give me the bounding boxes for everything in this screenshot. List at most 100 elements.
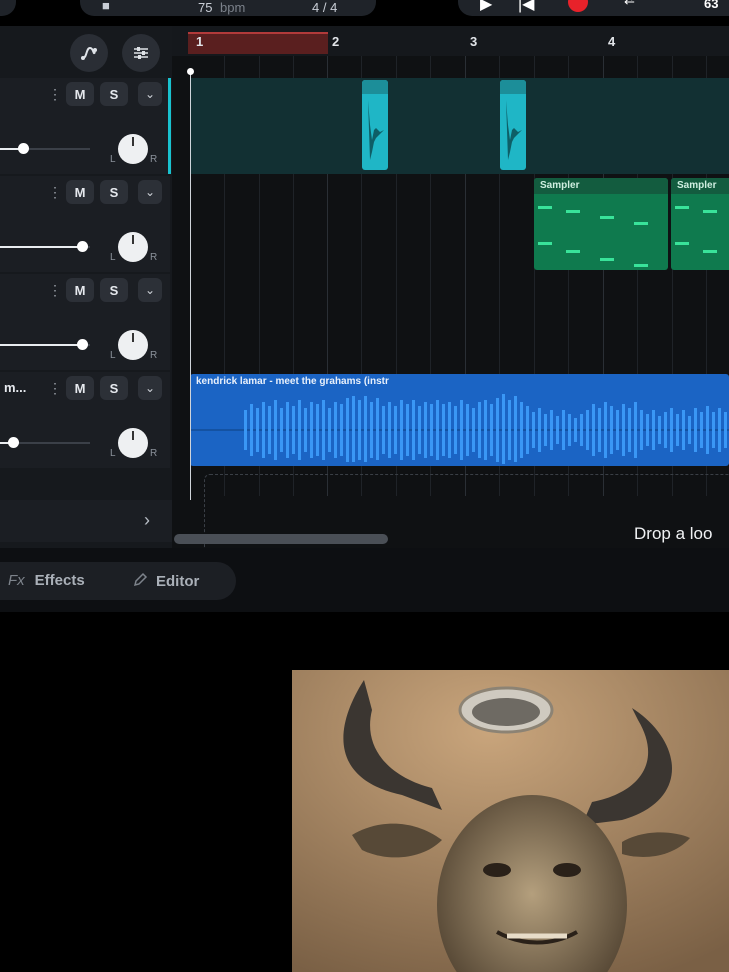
fx-icon: Fx	[8, 572, 25, 589]
track-header-3[interactable]: ⋮ M S ⌄ L R	[0, 274, 170, 370]
mute-button[interactable]: M	[66, 180, 94, 204]
bar-number: 2	[332, 34, 340, 49]
midi-note	[566, 250, 580, 253]
bar-number: 4	[608, 34, 616, 49]
pencil-icon	[133, 572, 148, 587]
chevron-down-icon[interactable]: ⌄	[138, 82, 162, 106]
automation-curve-icon	[81, 46, 97, 60]
pan-knob[interactable]	[118, 134, 148, 164]
midi-note	[538, 242, 552, 245]
track-header-4[interactable]: m... ⋮ M S ⌄ L R	[0, 372, 170, 468]
midi-note	[675, 242, 689, 245]
chevron-right-icon: ›	[144, 510, 150, 530]
track-menu-icon[interactable]: ⋮	[48, 380, 62, 397]
midi-note	[703, 250, 717, 253]
loop-icon[interactable]: ⇄	[624, 0, 635, 8]
return-to-start-icon[interactable]: |◀	[518, 0, 534, 14]
audio-clip[interactable]	[362, 80, 388, 170]
transport-bar: ■ 75 bpm 4 / 4 ▶ |◀ ⇄ 63	[0, 0, 729, 26]
record-icon[interactable]	[568, 0, 588, 12]
horizontal-scrollbar[interactable]	[174, 534, 388, 544]
pan-right-label: R	[150, 448, 158, 459]
solo-button[interactable]: S	[100, 82, 128, 106]
automation-button[interactable]	[70, 34, 108, 72]
waveform	[190, 394, 729, 464]
solo-button[interactable]: S	[100, 376, 128, 400]
pan-left-label: L	[110, 252, 116, 263]
track-menu-icon[interactable]: ⋮	[48, 282, 62, 299]
midi-note	[634, 264, 648, 267]
sampler-clip[interactable]: Sampler	[671, 178, 729, 270]
tempo-value[interactable]: 75	[198, 0, 212, 15]
volume-handle[interactable]	[77, 339, 88, 350]
track-menu-icon[interactable]: ⋮	[48, 184, 62, 201]
track-header-1[interactable]: ⋮ M S ⌄ L R	[0, 78, 170, 174]
chevron-down-icon[interactable]: ⌄	[138, 180, 162, 204]
position-readout: 63	[704, 0, 719, 11]
pan-knob[interactable]	[118, 232, 148, 262]
volume-fill	[0, 246, 82, 248]
time-signature[interactable]: 4 / 4	[312, 0, 337, 15]
midi-note	[600, 216, 614, 219]
pan-right-label: R	[150, 154, 158, 165]
track-lane-2[interactable]: Sampler Sampler	[190, 176, 729, 272]
track-header-2[interactable]: ⋮ M S ⌄ L R	[0, 176, 170, 272]
add-track-row[interactable]: ›	[0, 500, 172, 542]
midi-note	[675, 206, 689, 209]
tab-editor[interactable]: Editor	[132, 572, 199, 590]
waveform	[368, 100, 384, 160]
playback-controls: ▶ |◀ ⇄ 63	[458, 0, 729, 16]
volume-handle[interactable]	[77, 241, 88, 252]
sampler-clip[interactable]: Sampler	[534, 178, 668, 270]
midi-note	[703, 210, 717, 213]
tab-effects-label: Effects	[34, 572, 85, 589]
mute-button[interactable]: M	[66, 82, 94, 106]
midi-note	[538, 206, 552, 209]
metronome-icon[interactable]: ■	[102, 0, 110, 13]
waveform	[506, 100, 522, 160]
pan-left-label: L	[110, 350, 116, 361]
project-controls: ■ 75 bpm 4 / 4	[80, 0, 376, 16]
pan-knob[interactable]	[118, 330, 148, 360]
mixer-button[interactable]	[122, 34, 160, 72]
chevron-down-icon[interactable]: ⌄	[138, 278, 162, 302]
playhead-handle[interactable]	[187, 68, 194, 75]
arrangement-timeline[interactable]: 1 2 3 4 Sampler Sampler kendrick lamar -…	[172, 26, 729, 556]
solo-button[interactable]: S	[100, 278, 128, 302]
track-name[interactable]: m...	[4, 380, 26, 395]
track-header-panel: ⋮ M S ⌄ L R ⋮ M S ⌄ L R ⋮ M S ⌄ L R m...…	[0, 26, 172, 548]
play-icon[interactable]: ▶	[480, 0, 492, 14]
playhead[interactable]	[190, 70, 191, 500]
volume-handle[interactable]	[8, 437, 19, 448]
back-button[interactable]	[0, 0, 16, 16]
track-lane-1[interactable]	[190, 78, 729, 174]
midi-note	[600, 258, 614, 261]
tab-effects[interactable]: Fx Effects	[8, 572, 85, 589]
timeline-ruler[interactable]: 1 2 3 4	[172, 26, 729, 56]
bottom-toolbar: Fx Effects Editor	[0, 548, 729, 612]
mute-button[interactable]: M	[66, 278, 94, 302]
tempo-unit: bpm	[220, 0, 246, 15]
midi-note	[566, 210, 580, 213]
audio-clip[interactable]: kendrick lamar - meet the grahams (instr	[190, 374, 729, 466]
midi-note	[634, 222, 648, 225]
bottom-tabs: Fx Effects Editor	[0, 562, 236, 600]
loop-region[interactable]	[188, 32, 328, 54]
pan-knob[interactable]	[118, 428, 148, 458]
tab-editor-label: Editor	[156, 573, 200, 590]
bar-number: 1	[196, 34, 204, 49]
pan-right-label: R	[150, 252, 158, 263]
volume-handle[interactable]	[18, 143, 29, 154]
track-lane-3[interactable]	[190, 274, 729, 370]
minotaur-photo	[292, 670, 729, 972]
chevron-down-icon[interactable]: ⌄	[138, 376, 162, 400]
mute-button[interactable]: M	[66, 376, 94, 400]
track-menu-icon[interactable]: ⋮	[48, 86, 62, 103]
pan-left-label: L	[110, 154, 116, 165]
pan-left-label: L	[110, 448, 116, 459]
bar-number: 3	[470, 34, 478, 49]
minotaur-image	[292, 670, 729, 972]
audio-clip[interactable]	[500, 80, 526, 170]
mixer-sliders-icon	[134, 47, 148, 59]
solo-button[interactable]: S	[100, 180, 128, 204]
